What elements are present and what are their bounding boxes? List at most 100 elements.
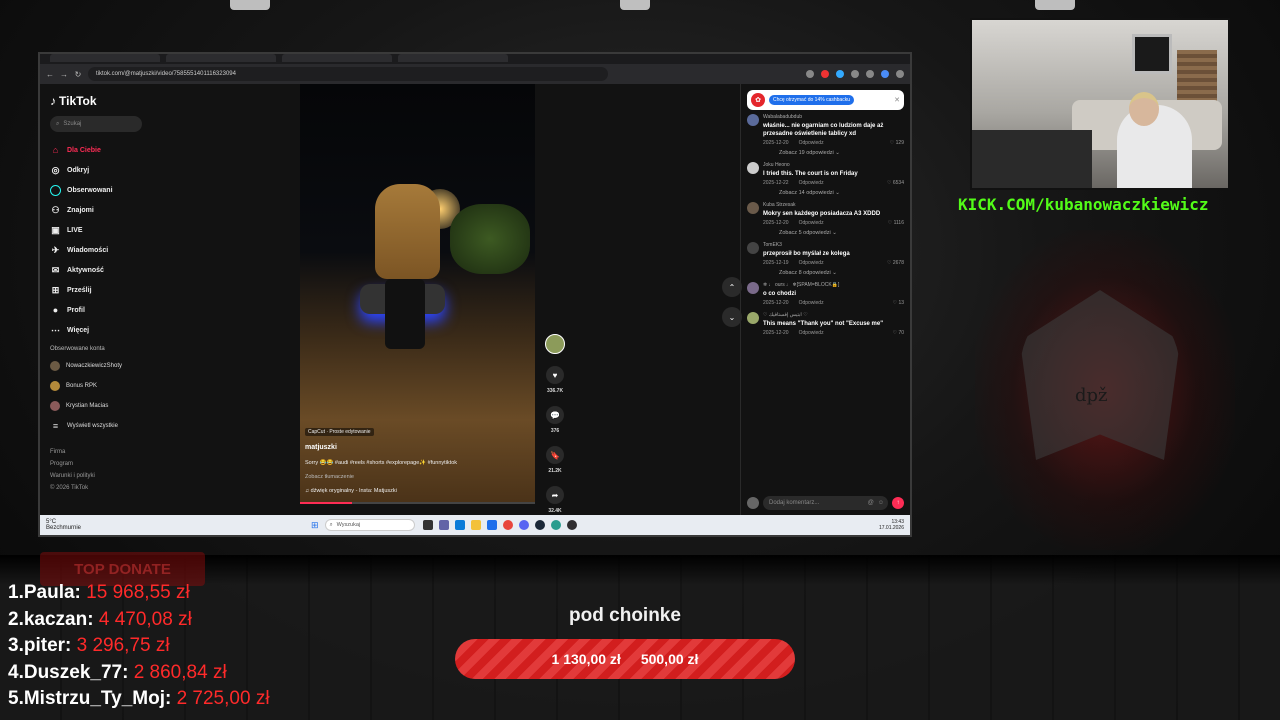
browser-tab[interactable] bbox=[398, 54, 508, 62]
discord-icon[interactable] bbox=[518, 520, 529, 530]
sidebar-item-label: Profil bbox=[67, 306, 85, 314]
comment-like-count[interactable]: ♡ 129 bbox=[890, 140, 904, 146]
sidebar-item-friends[interactable]: ⚇ Znajomi bbox=[50, 200, 140, 220]
avatar[interactable] bbox=[747, 114, 759, 126]
avatar[interactable] bbox=[747, 162, 759, 174]
back-icon[interactable]: ← bbox=[46, 70, 54, 79]
reply-button[interactable]: Odpowiedz bbox=[799, 300, 824, 306]
avatar[interactable] bbox=[747, 202, 759, 214]
extension-icon[interactable] bbox=[851, 70, 859, 78]
view-replies[interactable]: Zobacz 5 odpowiedzi ⌄ bbox=[779, 230, 904, 236]
comment-user[interactable]: ❄ ♩ ours ♩ ❄[SPAM=BLOCK🔒] bbox=[763, 282, 904, 288]
comment-like-count[interactable]: ♡ 70 bbox=[893, 330, 904, 336]
comment-like-count[interactable]: ♡ 2678 bbox=[887, 260, 904, 266]
task-view-icon[interactable] bbox=[422, 520, 433, 530]
obs-icon[interactable] bbox=[566, 520, 577, 530]
previous-video-button[interactable]: ⌃ bbox=[722, 277, 742, 297]
view-replies[interactable]: Zobacz 8 odpowiedzi ⌄ bbox=[779, 270, 904, 276]
comment-user[interactable]: TomEK3 bbox=[763, 242, 904, 248]
reply-button[interactable]: Odpowiedz bbox=[799, 330, 824, 336]
comment-like-count[interactable]: ♡ 13 bbox=[893, 300, 904, 306]
video-author[interactable]: matjuszki bbox=[305, 444, 337, 451]
sidebar-item-more[interactable]: ⋯ Więcej bbox=[50, 320, 140, 340]
avatar[interactable] bbox=[747, 282, 759, 294]
windows-start-icon[interactable]: ⊞ bbox=[311, 520, 319, 531]
reply-button[interactable]: Odpowiedz bbox=[799, 140, 824, 146]
taskbar-search[interactable]: ⌕ Wyszukaj bbox=[324, 519, 415, 531]
comment-user[interactable]: Wabalabadubdub bbox=[763, 114, 904, 120]
system-clock[interactable]: 13:43 17.01.2026 bbox=[879, 519, 904, 531]
comment-like-count[interactable]: ♡ 6534 bbox=[887, 180, 904, 186]
comment-input[interactable]: Dodaj komentarz... @ ☺ bbox=[763, 496, 888, 510]
like-button[interactable]: ♥ bbox=[546, 366, 564, 384]
show-all-following[interactable]: ≡ Wyświetl wszystkie bbox=[50, 416, 140, 436]
sidebar-item-upload[interactable]: ⊞ Prześlij bbox=[50, 280, 140, 300]
sidebar-item-for-you[interactable]: ⌂ Dla Ciebie bbox=[50, 140, 140, 160]
comment-button[interactable]: 💬 bbox=[546, 406, 564, 424]
footer-link[interactable]: Warunki i polityki bbox=[50, 470, 140, 482]
reply-button[interactable]: Odpowiedz bbox=[799, 180, 824, 186]
sidebar-item-profile[interactable]: ● Profil bbox=[50, 300, 140, 320]
teams-icon[interactable] bbox=[438, 520, 449, 530]
comment-user[interactable]: ♡ ابتيس إفستافيك ♡ bbox=[763, 312, 904, 318]
sidebar-item-messages[interactable]: ✈ Wiadomości bbox=[50, 240, 140, 260]
stage-light-left bbox=[230, 0, 270, 10]
reply-button[interactable]: Odpowiedz bbox=[799, 220, 824, 226]
next-video-button[interactable]: ⌄ bbox=[722, 307, 742, 327]
close-icon[interactable]: ✕ bbox=[894, 96, 900, 104]
reply-button[interactable]: Odpowiedz bbox=[799, 260, 824, 266]
url-field[interactable]: tiktok.com/@matjuszki/video/758555140111… bbox=[88, 67, 608, 81]
steam-icon[interactable] bbox=[534, 520, 545, 530]
sidebar-item-following[interactable]: Obserwowani bbox=[50, 180, 140, 200]
avatar[interactable] bbox=[747, 312, 759, 324]
extension-icon[interactable] bbox=[821, 70, 829, 78]
browser-tab[interactable] bbox=[50, 54, 160, 62]
footer-link[interactable]: Program bbox=[50, 458, 140, 470]
forward-icon[interactable]: → bbox=[60, 70, 68, 79]
profile-avatar-icon[interactable] bbox=[881, 70, 889, 78]
followed-account[interactable]: Bonus RPK bbox=[50, 376, 140, 396]
avatar[interactable] bbox=[747, 242, 759, 254]
footer-link[interactable]: Firma bbox=[50, 446, 140, 458]
video-sound[interactable]: ♫ dźwięk oryginalny - Insta: Matjuszki bbox=[305, 488, 397, 494]
share-button[interactable]: ➦ bbox=[546, 486, 564, 504]
capcut-badge[interactable]: CapCut · Proste edytowanie bbox=[305, 428, 374, 436]
mention-icon[interactable]: @ bbox=[868, 500, 874, 506]
store-icon[interactable] bbox=[454, 520, 465, 530]
video-description: Sorry 😂😂 #audi #reels #shorts #explorepa… bbox=[305, 460, 458, 466]
comment-user[interactable]: Kuba Strzesak bbox=[763, 202, 904, 208]
chrome-icon[interactable] bbox=[502, 520, 513, 530]
browser-tab[interactable] bbox=[282, 54, 392, 62]
extension-icon[interactable] bbox=[836, 70, 844, 78]
video-progress-bar[interactable] bbox=[300, 502, 535, 504]
view-replies[interactable]: Zobacz 14 odpowiedzi ⌄ bbox=[779, 190, 904, 196]
followed-account[interactable]: NowaczkiewiczShoty bbox=[50, 356, 140, 376]
translate-link[interactable]: Zobacz tłumaczenie bbox=[305, 474, 354, 480]
browser-menu-icon[interactable] bbox=[896, 70, 904, 78]
tiktok-logo[interactable]: ♪ TikTok bbox=[50, 94, 140, 108]
sidebar-item-live[interactable]: ▣ LIVE bbox=[50, 220, 140, 240]
app-icon[interactable] bbox=[550, 520, 561, 530]
download-icon[interactable] bbox=[866, 70, 874, 78]
emoji-icon[interactable]: ☺ bbox=[878, 500, 884, 506]
video-player[interactable]: CapCut · Proste edytowanie matjuszki Sor… bbox=[300, 84, 535, 504]
sidebar-item-explore[interactable]: ◎ Odkryj bbox=[50, 160, 140, 180]
extension-icon[interactable] bbox=[806, 70, 814, 78]
search-input[interactable]: ⌕ Szukaj bbox=[50, 116, 142, 132]
weather-widget[interactable]: 5°C Bezchmurnie bbox=[46, 519, 81, 531]
cashback-text[interactable]: Chcę otrzymać do 14% cashbacku bbox=[769, 95, 854, 105]
browser-tab[interactable] bbox=[166, 54, 276, 62]
view-replies[interactable]: Zobacz 19 odpowiedzi ⌄ bbox=[779, 150, 904, 156]
folder-icon[interactable] bbox=[470, 520, 481, 530]
comment-user[interactable]: Joku Heono bbox=[763, 162, 904, 168]
reload-icon[interactable]: ↻ bbox=[74, 70, 82, 79]
followed-account[interactable]: Krystian Macias bbox=[50, 396, 140, 416]
sidebar-item-activity[interactable]: ✉ Aktywność bbox=[50, 260, 140, 280]
comment-like-count[interactable]: ♡ 1116 bbox=[888, 220, 904, 226]
donor-rank: 1. bbox=[8, 582, 24, 603]
save-button[interactable]: 🔖 bbox=[546, 446, 564, 464]
cashback-promo[interactable]: ✿ Chcę otrzymać do 14% cashbacku ✕ bbox=[747, 90, 904, 110]
mail-icon[interactable] bbox=[486, 520, 497, 530]
author-avatar[interactable] bbox=[545, 334, 565, 354]
send-icon[interactable]: ↑ bbox=[892, 497, 904, 509]
